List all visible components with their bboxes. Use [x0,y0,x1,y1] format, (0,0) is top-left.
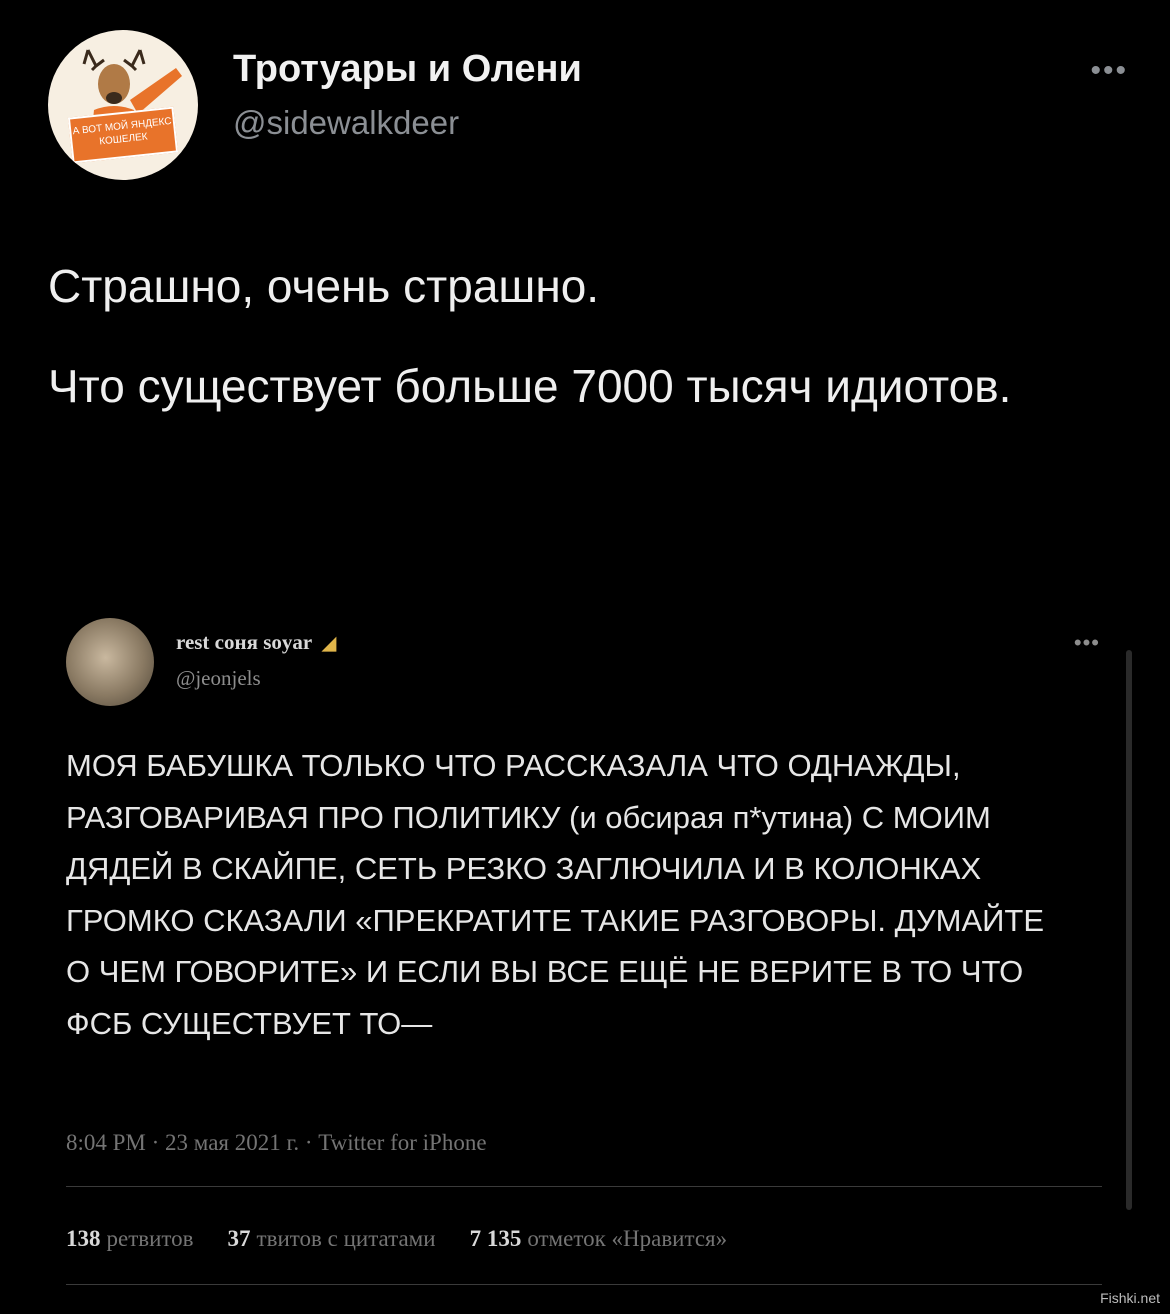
author-name[interactable]: Тротуары и Олени [233,48,582,91]
quoted-author-avatar[interactable] [66,618,154,706]
quoted-more-dots-icon[interactable]: ••• [1074,630,1100,656]
tweet-body: Страшно, очень страшно. Что существует б… [48,244,1128,428]
author-handle[interactable]: @sidewalkdeer [233,104,459,142]
retweets-label: ретвитов [106,1226,194,1251]
quoted-tweet-stats: 138 ретвитов 37 твитов с цитатами 7 135 отмет… [66,1226,727,1252]
more-dots-icon[interactable]: ••• [1090,54,1128,88]
likes-count: 7 135 [469,1226,522,1251]
author-avatar[interactable]: А ВОТ МОЙ ЯНДЕКС КОШЕЛЕК [48,30,198,180]
retweets-stat[interactable]: 138 ретвитов [66,1226,194,1251]
quoted-author-handle[interactable]: @jeonjels [176,666,261,691]
scrollbar[interactable] [1126,650,1132,1210]
quoted-tweet-meta: 8:04 PM · 23 мая 2021 г. · Twitter for i… [66,1130,487,1155]
divider [66,1284,1102,1285]
tweet-text-line-2: Что существует больше 7000 тысяч идиотов… [48,360,1012,412]
tweet-header: А ВОТ МОЙ ЯНДЕКС КОШЕЛЕК Тротуары и Олен… [48,30,1128,180]
cheese-emoji-icon: ◢ [322,633,337,653]
watermark: Fishki.net [1100,1290,1160,1306]
retweets-count: 138 [66,1226,101,1251]
quoted-author-name-row[interactable]: rest соня soyar ◢ [176,630,336,655]
likes-stat[interactable]: 7 135 отметок «Нравится» [470,1226,728,1251]
quotes-stat[interactable]: 37 твитов с цитатами [228,1226,436,1251]
quotes-label: твитов с цитатами [256,1226,436,1251]
quotes-count: 37 [227,1226,251,1251]
divider [66,1186,1102,1187]
quoted-tweet-text: МОЯ БАБУШКА ТОЛЬКО ЧТО РАССКАЗАЛА ЧТО ОД… [66,748,1045,1041]
likes-label: отметок «Нравится» [527,1226,728,1251]
quoted-author-name: rest соня soyar [176,630,313,654]
tweet-text-line-1: Страшно, очень страшно. [48,260,600,312]
